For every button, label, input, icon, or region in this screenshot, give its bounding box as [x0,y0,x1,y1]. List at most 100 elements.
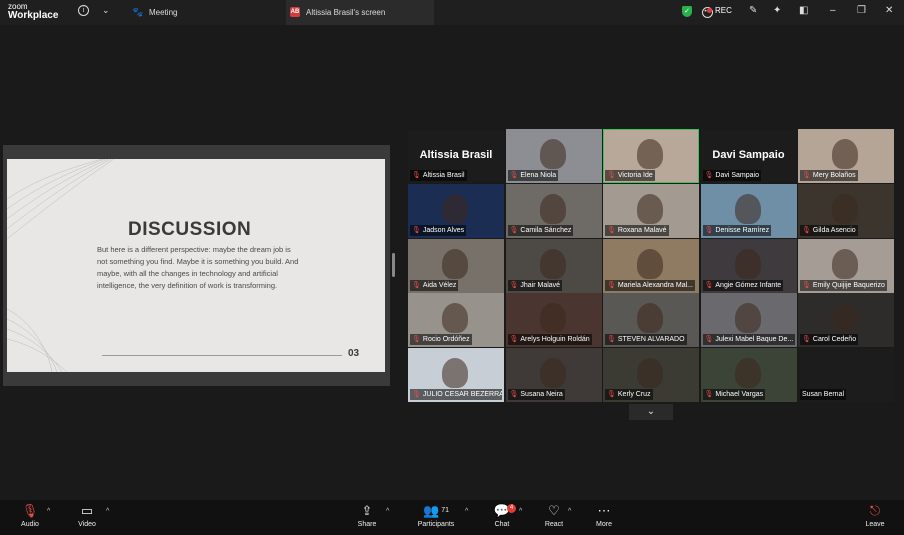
participant-tile[interactable]: 🎙 Kerly Cruz [603,348,699,403]
participant-tile[interactable]: 🎙 Emily Quijije Baquerizo [798,238,894,293]
participant-tile[interactable]: 🎙 JULIO CESAR BEZERRA... [408,348,504,403]
participant-name-label: 🎙 Jhair Malavé [507,279,563,291]
restore-icon[interactable]: ❐ [857,5,866,16]
muted-microphone-icon: 🎙 [802,226,811,234]
muted-microphone-icon: 🎙 [509,226,519,234]
participant-tile[interactable]: 🎙 Jadson Alves [408,183,504,238]
participant-name: Gilda Asencio [812,226,856,234]
more-button[interactable]: ⋯ More [579,502,629,530]
muted-microphone-icon: 🎙 [412,226,421,234]
participant-name-label: 🎙 Mery Bolaños [800,170,858,181]
participant-tile[interactable]: 🎙 Jhair Malavé [505,238,602,293]
muted-microphone-icon: 🎙 [509,336,519,344]
muted-microphone-icon: 🎙 [802,172,811,179]
share-screen-icon: ⇪ [361,503,373,518]
participant-display-name: Altissia Brasil [419,149,493,161]
participant-name-label: 🎙 Gilda Asencio [800,224,858,236]
participant-video-feed [734,358,761,389]
participant-name-label: 🎙 Aida Vélez [410,279,459,291]
participant-tile[interactable]: 🎙 Rocio Ordóñez [408,293,504,348]
chat-button[interactable]: 💬 4 Chat [477,502,527,530]
security-shield-icon[interactable]: ✓ [682,6,692,17]
muted-microphone-icon: 🎙 [607,336,616,344]
participant-tile[interactable]: 🎙 Gilda Asencio [798,183,894,238]
participant-tile[interactable]: 🎙 Mery Bolaños [798,129,894,183]
video-options-caret-icon[interactable]: ^ [106,508,109,515]
annotate-pencil-icon[interactable]: ✎ [749,5,757,16]
participant-video-feed [637,193,663,224]
participant-name-label: 🎙 Altissia Brasil [410,170,467,181]
participant-tile[interactable]: Susan Bernal [798,348,894,403]
participant-name-label: 🎙 Michael Vargas [702,389,766,401]
ai-companion-icon[interactable]: ✦ [773,5,781,16]
participant-tile[interactable]: 🎙 Victoria Ide [603,129,699,183]
split-resize-handle[interactable] [392,253,395,277]
participant-tile[interactable]: Altissia Brasil 🎙 Altissia Brasil [408,129,504,183]
participant-tile[interactable]: 🎙 Denisse Ramírez [700,183,797,238]
participant-video-feed [832,303,858,334]
participants-options-caret-icon[interactable]: ^ [465,508,468,515]
share-options-caret-icon[interactable]: ^ [386,508,389,515]
participants-button[interactable]: 👥 71 Participants [411,502,461,530]
heart-icon: ♡ [548,503,560,518]
video-button[interactable]: ▭ Video [62,502,112,530]
participant-name: STEVEN ALVARADO [617,336,685,344]
participant-name: Julexi Mabel Baque De... [715,336,794,344]
participant-video-feed [442,358,468,389]
participant-video-feed [442,193,468,224]
participant-tile[interactable]: 🎙 Angie Gómez Infante [700,238,797,293]
participant-name-label: 🎙 Julexi Mabel Baque De... [702,334,795,346]
participant-tile[interactable]: 🎙 Roxana Malavé [603,183,699,238]
participant-tile[interactable]: 🎙 Susana Neira [505,348,602,403]
presentation-slide: DISCUSSION But here is a different persp… [7,159,385,372]
participant-video-feed [734,248,761,279]
recording-indicator[interactable]: REC [707,6,732,15]
muted-microphone-icon: 🎙 [607,281,616,289]
participant-name-label: 🎙 Davi Sampaio [702,170,761,181]
tab-shared-screen[interactable]: AB Altissia Brasil's screen ••• [286,0,713,25]
video-camera-icon: ▭ [80,503,94,518]
participant-tile[interactable]: 🎙 Elena Niola [505,129,602,183]
muted-microphone-icon: 🎙 [509,172,519,179]
participant-tile[interactable]: 🎙 Julexi Mabel Baque De... [700,293,797,348]
more-dots-icon: ⋯ [597,503,611,518]
title-bar: zoom Workplace i ⌄ 🐾 Meeting AB Altissia… [0,0,904,25]
muted-microphone-icon: 🎙 [704,391,714,399]
react-button[interactable]: ♡ React [529,502,579,530]
participant-name: Elena Niola [520,172,557,179]
tab-meeting[interactable]: 🐾 Meeting [124,0,284,25]
minimize-icon[interactable]: – [830,5,836,16]
info-icon[interactable]: i [78,5,89,16]
share-button[interactable]: ⇪ Share [342,502,392,530]
participant-tile[interactable]: Davi Sampaio 🎙 Davi Sampaio [700,129,797,183]
participant-tile[interactable]: 🎙 STEVEN ALVARADO [603,293,699,348]
view-layout-icon[interactable]: ◧ [799,5,808,16]
participant-tile[interactable]: 🎙 Mariela Alexandra Mal... [603,238,699,293]
participant-name-label: 🎙 Elena Niola [507,170,559,181]
audio-button[interactable]: 🎙 Audio [5,502,55,530]
chevron-down-icon[interactable]: ⌄ [102,5,110,16]
participant-video-feed [637,248,663,279]
chat-options-caret-icon[interactable]: ^ [519,508,522,515]
participant-name: Jadson Alves [422,226,465,234]
participant-name: Carol Cedeño [812,336,857,344]
muted-microphone-icon: 🎙 [704,226,714,234]
participant-video-feed [734,193,761,224]
participant-name: Denisse Ramírez [715,226,770,234]
audio-options-caret-icon[interactable]: ^ [47,508,50,515]
participant-tile[interactable]: 🎙 Carol Cedeño [798,293,894,348]
participant-video-feed [832,248,858,279]
close-icon[interactable]: ✕ [885,5,893,16]
muted-microphone-icon: 🎙 [509,391,519,399]
participant-tile[interactable]: 🎙 Arelys Holguin Roldán [505,293,602,348]
participant-tile[interactable]: 🎙 Aida Vélez [408,238,504,293]
leave-button[interactable]: ⎋ Leave [850,502,900,530]
participant-name: Michael Vargas [715,391,764,399]
slide-divider [102,355,342,356]
react-options-caret-icon[interactable]: ^ [568,508,571,515]
participant-name-label: 🎙 Roxana Malavé [605,224,669,236]
participant-tile[interactable]: 🎙 Michael Vargas [700,348,797,403]
grid-expand-chevron[interactable]: ⌄ [629,404,673,420]
participant-tile[interactable]: 🎙 Camila Sánchez [505,183,602,238]
chat-unread-badge: 4 [507,504,516,513]
